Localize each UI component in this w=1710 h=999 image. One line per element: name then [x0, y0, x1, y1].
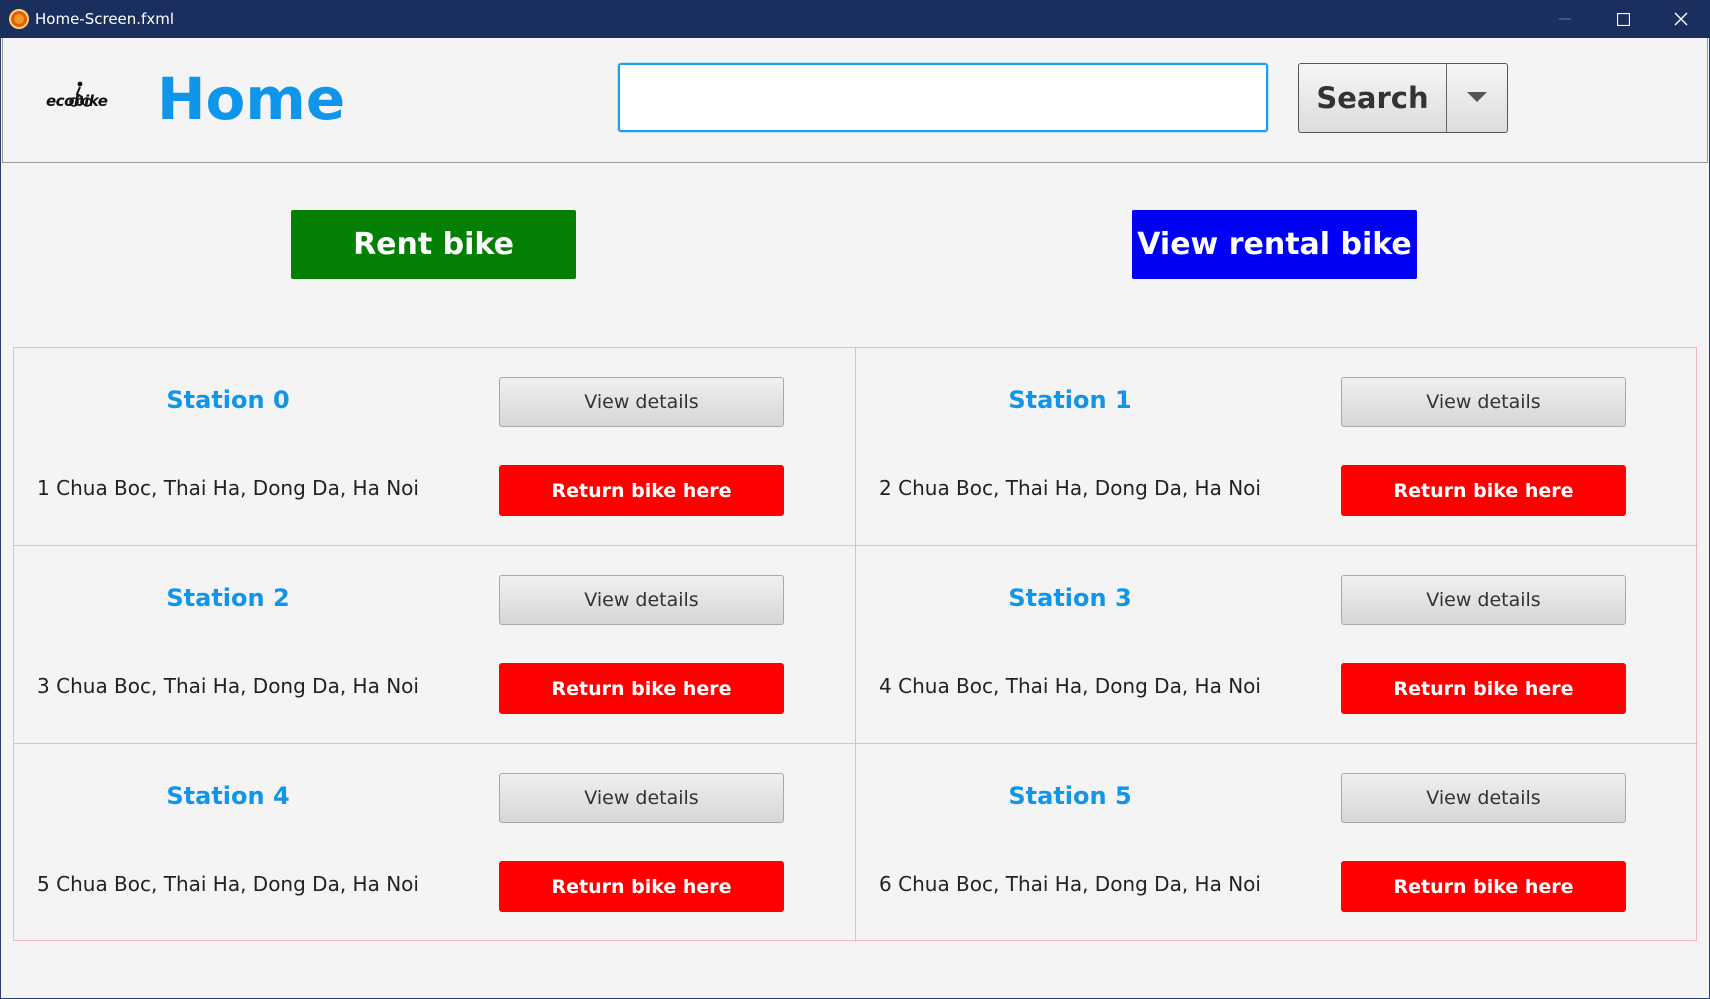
station-address: 2 Chua Boc, Thai Ha, Dong Da, Ha Noi — [879, 476, 1261, 500]
app-icon — [9, 9, 29, 29]
station-card: Station 1 View details 2 Chua Boc, Thai … — [856, 348, 1698, 546]
maximize-button[interactable] — [1594, 0, 1652, 38]
view-details-button[interactable]: View details — [499, 575, 784, 625]
station-card: Station 3 View details 4 Chua Boc, Thai … — [856, 546, 1698, 744]
rent-bike-button[interactable]: Rent bike — [291, 210, 576, 279]
return-bike-button[interactable]: Return bike here — [1341, 861, 1626, 912]
station-name: Station 3 — [1008, 584, 1132, 612]
header-bar: ecobike Home Search — [2, 38, 1708, 163]
return-bike-button[interactable]: Return bike here — [1341, 465, 1626, 516]
station-address: 6 Chua Boc, Thai Ha, Dong Da, Ha Noi — [879, 872, 1261, 896]
search-input[interactable] — [618, 63, 1268, 132]
return-bike-button[interactable]: Return bike here — [1341, 663, 1626, 714]
station-grid: Station 0 View details 1 Chua Boc, Thai … — [13, 347, 1698, 942]
search-dropdown-button[interactable] — [1447, 64, 1507, 132]
chevron-down-icon — [1467, 92, 1487, 102]
station-name: Station 0 — [166, 386, 290, 414]
return-bike-button[interactable]: Return bike here — [499, 465, 784, 516]
view-details-button[interactable]: View details — [1341, 773, 1626, 823]
view-details-button[interactable]: View details — [1341, 575, 1626, 625]
search-split-button: Search — [1298, 63, 1508, 133]
station-address: 1 Chua Boc, Thai Ha, Dong Da, Ha Noi — [37, 476, 419, 500]
station-name: Station 1 — [1008, 386, 1132, 414]
station-address: 4 Chua Boc, Thai Ha, Dong Da, Ha Noi — [879, 674, 1261, 698]
maximize-icon — [1616, 12, 1630, 26]
view-details-button[interactable]: View details — [499, 377, 784, 427]
window-titlebar: Home-Screen.fxml — [0, 0, 1710, 38]
page-title: Home — [157, 65, 346, 133]
station-card: Station 2 View details 3 Chua Boc, Thai … — [14, 546, 856, 744]
station-card: Station 4 View details 5 Chua Boc, Thai … — [14, 744, 856, 942]
station-card: Station 5 View details 6 Chua Boc, Thai … — [856, 744, 1698, 942]
station-name: Station 4 — [166, 782, 290, 810]
window-title: Home-Screen.fxml — [35, 10, 174, 28]
station-name: Station 2 — [166, 584, 290, 612]
view-details-button[interactable]: View details — [1341, 377, 1626, 427]
logo-text: ecobike — [46, 92, 108, 110]
minimize-icon — [1559, 18, 1571, 20]
search-button[interactable]: Search — [1299, 64, 1447, 132]
station-name: Station 5 — [1008, 782, 1132, 810]
minimize-button[interactable] — [1536, 0, 1594, 38]
station-card: Station 0 View details 1 Chua Boc, Thai … — [14, 348, 856, 546]
view-rental-bike-button[interactable]: View rental bike — [1132, 210, 1417, 279]
return-bike-button[interactable]: Return bike here — [499, 663, 784, 714]
return-bike-button[interactable]: Return bike here — [499, 861, 784, 912]
ecobike-logo: ecobike — [46, 81, 110, 116]
close-button[interactable] — [1652, 0, 1710, 38]
station-address: 5 Chua Boc, Thai Ha, Dong Da, Ha Noi — [37, 872, 419, 896]
station-address: 3 Chua Boc, Thai Ha, Dong Da, Ha Noi — [37, 674, 419, 698]
close-icon — [1674, 12, 1688, 26]
view-details-button[interactable]: View details — [499, 773, 784, 823]
